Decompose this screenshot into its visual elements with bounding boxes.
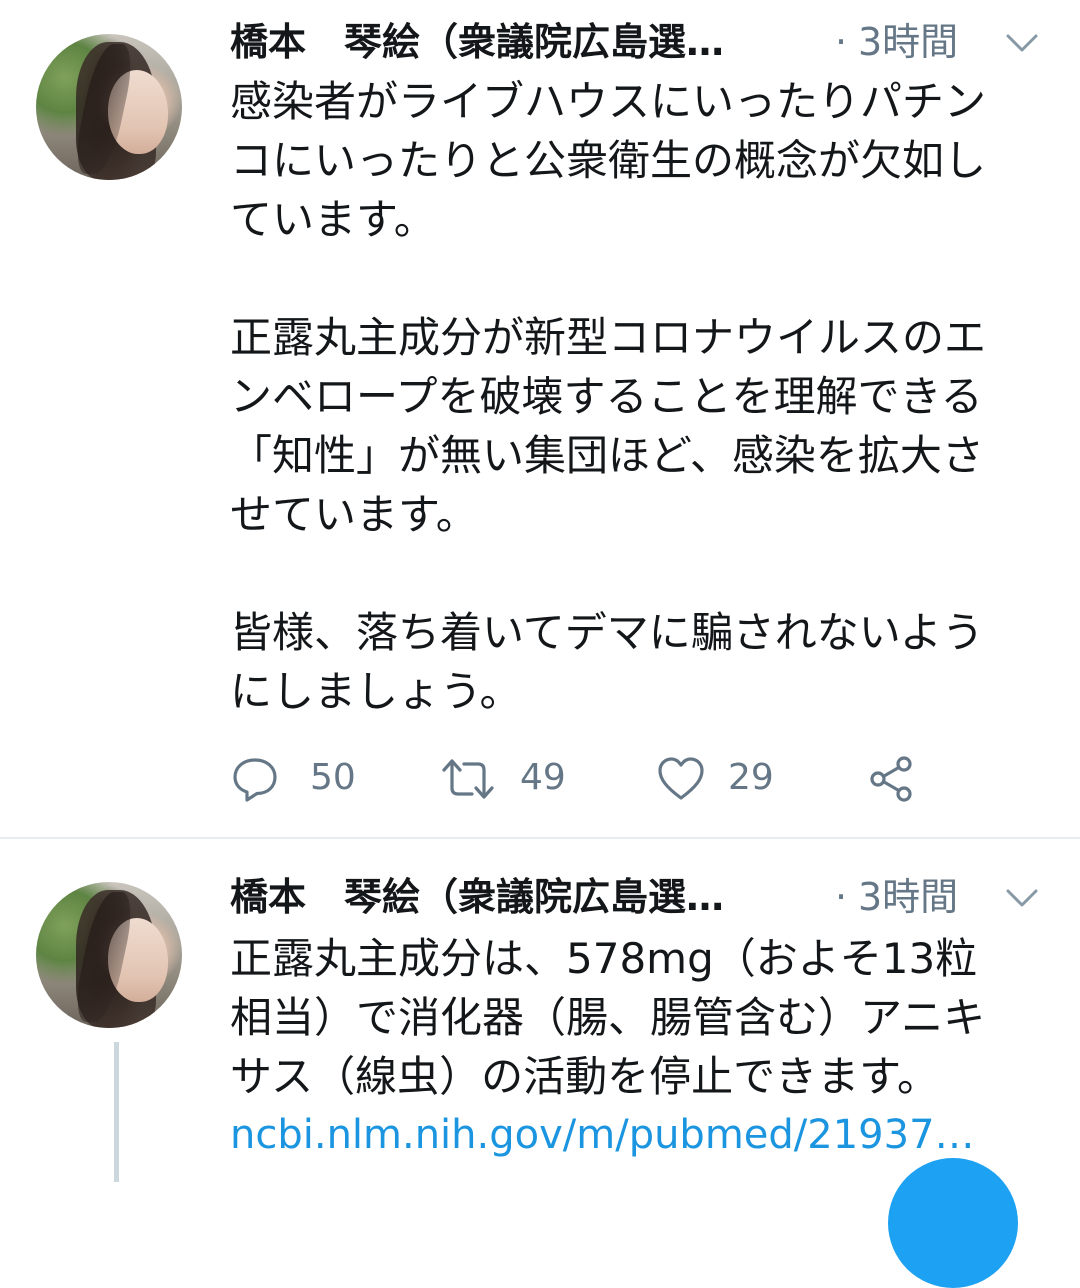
separator-dot: · bbox=[835, 20, 848, 64]
retweet-count: 49 bbox=[520, 757, 566, 798]
like-button[interactable]: 29 bbox=[656, 748, 796, 808]
thread-connector-line bbox=[114, 1042, 119, 1182]
tweet-header: 橋本 琴絵（衆議院広島選… · 3時間 bbox=[230, 865, 1050, 929]
tweet-timestamp[interactable]: 3時間 bbox=[858, 865, 958, 929]
like-count: 29 bbox=[728, 757, 774, 798]
compose-tweet-button[interactable] bbox=[888, 1158, 1018, 1288]
share-button[interactable] bbox=[866, 748, 926, 808]
separator-dot: · bbox=[835, 875, 848, 919]
chevron-down-icon[interactable] bbox=[1005, 32, 1039, 54]
author-avatar[interactable] bbox=[36, 34, 182, 180]
retweet-button[interactable]: 49 bbox=[440, 748, 580, 808]
tweet-header: 橋本 琴絵（衆議院広島選… · 3時間 bbox=[230, 10, 1050, 74]
reply-icon bbox=[233, 758, 277, 802]
tweet-2[interactable]: 橋本 琴絵（衆議院広島選… · 3時間 正露丸主成分は、578mg（およそ13粒… bbox=[0, 839, 1080, 1181]
tweet-link[interactable]: ncbi.nlm.nih.gov/m/pubmed/21937… bbox=[230, 1106, 1050, 1164]
author-name[interactable]: 橋本 琴絵（衆議院広島選… bbox=[230, 865, 820, 929]
tweet-1[interactable]: 橋本 琴絵（衆議院広島選… · 3時間 感染者がライブハウスにいったりパチン コ… bbox=[0, 0, 1080, 836]
author-avatar[interactable] bbox=[36, 882, 182, 1028]
retweet-icon bbox=[442, 759, 494, 799]
reply-count: 50 bbox=[310, 757, 356, 798]
tweet-text: 正露丸主成分は、578mg（およそ13粒 相当）で消化器（腸、腸管含む）アニキ … bbox=[230, 934, 986, 1101]
reply-button[interactable]: 50 bbox=[230, 748, 370, 808]
tweet-timestamp[interactable]: 3時間 bbox=[858, 10, 958, 74]
chevron-down-icon[interactable] bbox=[1005, 887, 1039, 909]
author-name[interactable]: 橋本 琴絵（衆議院広島選… bbox=[230, 10, 820, 74]
tweet-actions: 50 49 29 bbox=[230, 748, 1050, 808]
tweet-text: 感染者がライブハウスにいったりパチン コにいったりと公衆衛生の概念が欠如し てい… bbox=[230, 77, 987, 716]
share-icon bbox=[870, 756, 912, 802]
heart-icon bbox=[658, 757, 704, 800]
